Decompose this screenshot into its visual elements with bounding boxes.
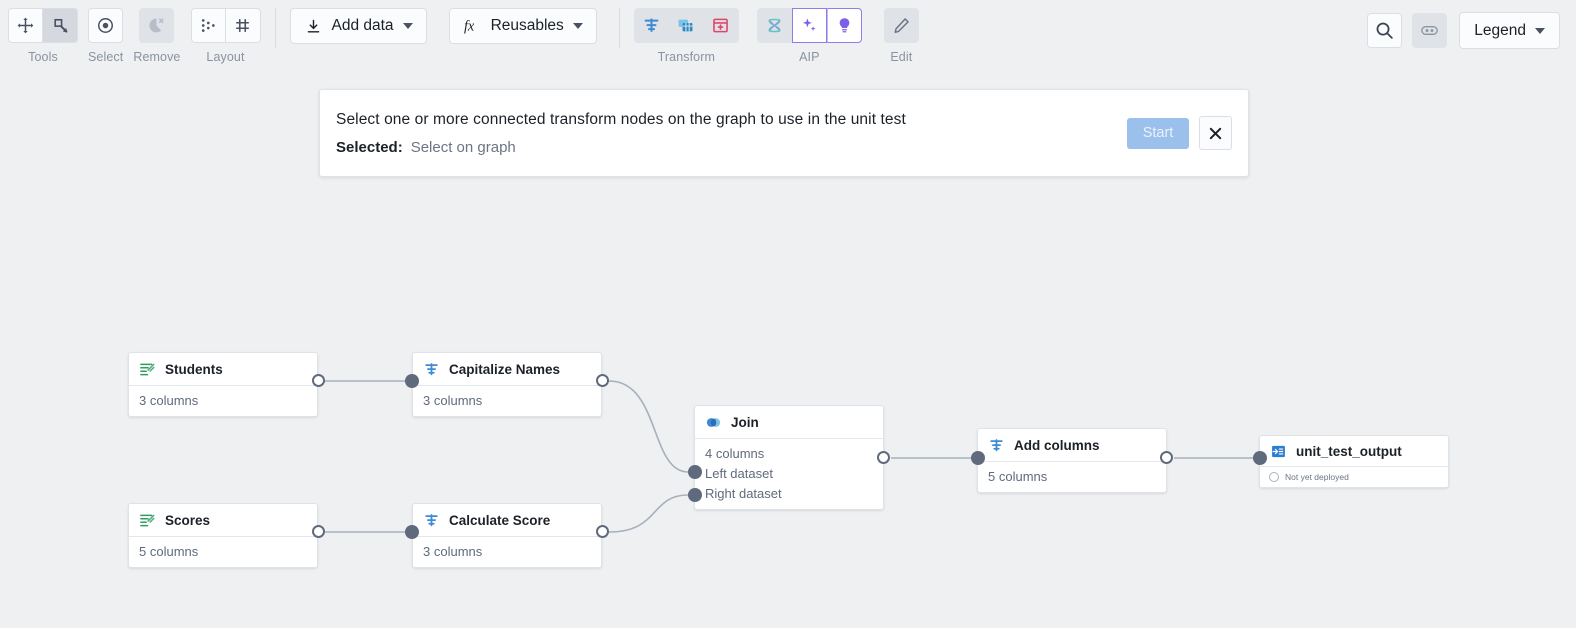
node-columns: 5 columns xyxy=(139,544,199,559)
lightbulb-button[interactable] xyxy=(826,8,862,43)
output-port-add-columns[interactable] xyxy=(1160,451,1173,464)
node-title: Join xyxy=(731,415,759,430)
node-title: Students xyxy=(165,362,223,377)
node-header: unit_test_output xyxy=(1260,436,1448,467)
graph-node-calculate-score[interactable]: Calculate Score 3 columns xyxy=(412,503,602,568)
node-columns: 3 columns xyxy=(423,544,483,559)
input-port-capitalize-names[interactable] xyxy=(405,374,419,388)
input-port-add-columns[interactable] xyxy=(971,451,985,465)
node-columns: 4 columns xyxy=(705,446,765,461)
node-header: Add columns xyxy=(978,429,1166,462)
transform-icon xyxy=(422,360,441,379)
graph-node-add-columns[interactable]: Add columns 5 columns xyxy=(977,428,1167,493)
node-header: Calculate Score xyxy=(413,504,601,537)
graph-editor-app: Tools Select Remove Layout Add data fx R… xyxy=(0,0,1576,628)
node-body: 3 columns xyxy=(129,386,317,416)
input-port-unit-test-output[interactable] xyxy=(1253,451,1267,465)
sparkles-button[interactable] xyxy=(791,8,827,43)
deploy-status-label: Not yet deployed xyxy=(1285,472,1349,482)
node-body: 5 columns xyxy=(129,537,317,567)
output-port-scores[interactable] xyxy=(312,525,325,538)
node-body: 4 columns Left dataset Right dataset xyxy=(695,439,883,509)
dataset-icon xyxy=(138,511,157,530)
graph-node-capitalize-names[interactable]: Capitalize Names 3 columns xyxy=(412,352,602,417)
deploy-status-icon xyxy=(1269,472,1279,482)
node-columns: 3 columns xyxy=(423,393,483,408)
graph-node-scores[interactable]: Scores 5 columns xyxy=(128,503,318,568)
graph-canvas[interactable]: Students 3 columns Capitalize Names 3 co… xyxy=(0,0,1576,628)
node-title: Scores xyxy=(165,513,211,528)
output-port-students[interactable] xyxy=(312,374,325,387)
node-body: 3 columns xyxy=(413,537,601,567)
join-icon xyxy=(704,413,723,432)
node-header: Students xyxy=(129,353,317,386)
graph-node-students[interactable]: Students 3 columns xyxy=(128,352,318,417)
input-port-calculate-score[interactable] xyxy=(405,525,419,539)
node-title: Capitalize Names xyxy=(449,362,561,377)
input-port-join-right[interactable] xyxy=(688,488,702,502)
output-port-calculate-score[interactable] xyxy=(596,525,609,538)
node-header: Join xyxy=(695,406,883,439)
output-port-capitalize-names[interactable] xyxy=(596,374,609,387)
node-columns: 5 columns xyxy=(988,469,1048,484)
node-title: Add columns xyxy=(1014,438,1100,453)
transform-icon xyxy=(422,511,441,530)
input-port-join-left[interactable] xyxy=(688,465,702,479)
node-title: unit_test_output xyxy=(1296,444,1402,459)
graph-node-join[interactable]: Join 4 columns Left dataset Right datase… xyxy=(694,405,884,510)
output-dataset-icon xyxy=(1269,442,1288,461)
output-port-join[interactable] xyxy=(877,451,890,464)
node-header: Capitalize Names xyxy=(413,353,601,386)
node-left-dataset: Left dataset xyxy=(705,466,773,481)
graph-node-unit-test-output[interactable]: unit_test_output Not yet deployed xyxy=(1259,435,1449,488)
node-right-dataset: Right dataset xyxy=(705,486,782,501)
node-body: 5 columns xyxy=(978,462,1166,492)
node-title: Calculate Score xyxy=(449,513,551,528)
deployment-status-row: Not yet deployed xyxy=(1260,467,1448,487)
node-header: Scores xyxy=(129,504,317,537)
node-columns: 3 columns xyxy=(139,393,199,408)
node-body: 3 columns xyxy=(413,386,601,416)
dataset-icon xyxy=(138,360,157,379)
transform-icon xyxy=(987,436,1006,455)
